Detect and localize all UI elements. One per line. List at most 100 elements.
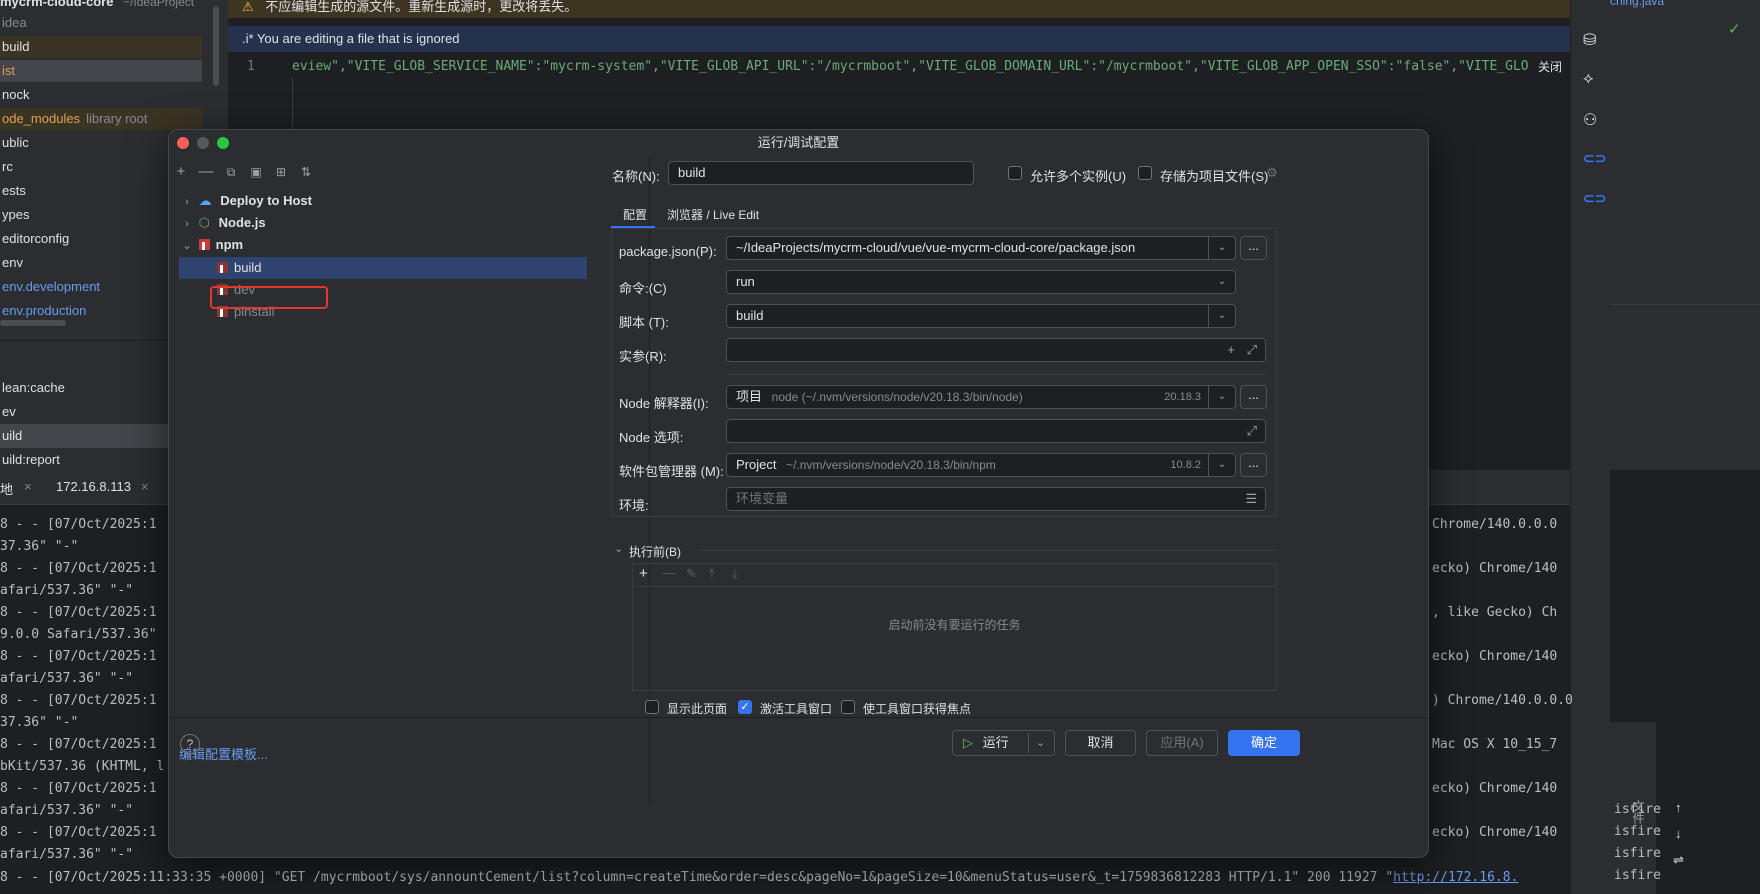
database-icon[interactable]: ⛁ (1583, 30, 1596, 50)
store-as-project-label: 存储为项目文件(S) (1160, 169, 1269, 184)
nodejs-icon: ⬡ (198, 215, 210, 230)
focus-tool-window-checkbox[interactable] (841, 700, 855, 714)
project-tree-item[interactable]: env.development (0, 276, 100, 298)
add-icon[interactable]: + (639, 565, 648, 582)
log-line: 8 - - [07/Oct/2025:1 (0, 693, 157, 708)
chevron-down-icon[interactable]: ⌄ (1208, 237, 1235, 259)
chevron-down-icon[interactable]: ⌄ (1208, 454, 1235, 476)
wrap-icon[interactable]: ⇌ (1673, 852, 1684, 868)
package-manager-select[interactable]: Project ~/.nvm/versions/node/v20.18.3/bi… (726, 453, 1236, 477)
browse-button[interactable]: ... (1240, 385, 1267, 409)
activate-tool-window-checkbox[interactable]: ✓ (738, 700, 752, 714)
remove-icon[interactable]: — (197, 163, 215, 181)
browse-button[interactable]: ... (1240, 236, 1267, 260)
node-options-input[interactable]: ⤢ (726, 419, 1266, 443)
project-tree-item[interactable]: env (0, 252, 23, 274)
run-tab-remote[interactable]: 172.16.8.113 (56, 479, 131, 494)
log-line: 8 - - [07/Oct/2025:1 (0, 781, 157, 796)
apply-button[interactable]: 应用(A) (1146, 730, 1218, 756)
store-as-project-checkbox[interactable] (1138, 166, 1152, 180)
project-tree-item[interactable]: nock (0, 84, 29, 106)
project-tree-item[interactable]: env.production (0, 300, 86, 322)
chevron-right-icon[interactable]: › (179, 191, 195, 213)
tree-deploy-to-host[interactable]: › ☁ Deploy to Host (179, 190, 639, 212)
chevron-down-icon[interactable]: ⌄ (614, 542, 623, 555)
browse-button[interactable]: ... (1240, 453, 1267, 477)
copy-icon[interactable]: ⧉ (222, 163, 240, 181)
args-input[interactable]: + ⤢ (726, 338, 1266, 362)
save-icon[interactable]: ▣ (247, 163, 265, 181)
run-tab-local[interactable]: 地 (0, 479, 13, 498)
close-icon[interactable]: × (141, 479, 149, 494)
maximize-window-button[interactable] (217, 137, 229, 149)
chevron-right-icon[interactable]: › (179, 213, 195, 235)
tab-config[interactable]: 配置 (623, 206, 647, 223)
expand-icon[interactable]: ⤢ (1247, 420, 1257, 442)
project-tree-item[interactable]: build (0, 36, 202, 58)
project-tree-item[interactable]: ublic (0, 132, 29, 154)
environment-input[interactable]: 环境变量 ☰ (726, 487, 1266, 511)
arrow-up-icon[interactable]: ↑ (1675, 800, 1682, 815)
project-tree-item[interactable]: ests (0, 180, 26, 202)
command-select[interactable]: run ⌄ (726, 270, 1236, 294)
show-page-checkbox[interactable] (645, 700, 659, 714)
project-tree-item[interactable]: ist (0, 60, 202, 82)
ok-button[interactable]: 确定 (1228, 730, 1300, 756)
script-select[interactable]: build ⌄ (726, 304, 1236, 328)
close-window-button[interactable] (177, 137, 189, 149)
code-text[interactable]: eview","VITE_GLOB_SERVICE_NAME":"mycrm-s… (292, 56, 1529, 78)
allow-multiple-checkbox[interactable] (1008, 166, 1022, 180)
package-json-field[interactable]: ~/IdeaProjects/mycrm-cloud/vue/vue-mycrm… (726, 236, 1236, 260)
log-link[interactable]: http://172.16.8. (1393, 870, 1518, 885)
code-icon[interactable]: ⊂⊃ (1583, 190, 1606, 207)
tree-npm[interactable]: ⌄ npm (179, 234, 639, 256)
npm-script-item[interactable]: ev (0, 400, 172, 424)
chevron-down-icon[interactable]: ⌄ (179, 235, 195, 257)
before-launch-header[interactable]: 执行前(B) (629, 543, 681, 560)
focus-tool-window-label: 使工具窗口获得焦点 (863, 702, 972, 716)
npm-script-item[interactable]: lean:cache (0, 376, 172, 400)
run-button[interactable]: ▷ 运行 ⌄ (952, 730, 1055, 756)
sort-icon[interactable]: ⇅ (297, 163, 315, 181)
npm-script-item[interactable]: uild (0, 424, 172, 448)
project-tree-item[interactable]: editorconfig (0, 228, 69, 250)
chevron-down-icon[interactable]: ⌄ (1209, 271, 1235, 293)
python-icon[interactable]: ⚇ (1583, 110, 1597, 130)
name-input[interactable]: build (668, 161, 974, 185)
line-number: 1 (247, 59, 255, 74)
chevron-down-icon[interactable]: ⌄ (1208, 305, 1235, 327)
list-icon[interactable]: ☰ (1245, 488, 1257, 510)
project-tree-item[interactable]: ode_modules library root (0, 108, 202, 130)
project-name: mycrm-cloud-core (0, 0, 114, 9)
vertical-scrollbar[interactable] (213, 6, 219, 86)
new-folder-icon[interactable]: ⊞ (272, 163, 290, 181)
chevron-down-icon[interactable]: ⌄ (1036, 731, 1045, 755)
log-line: afari/537.36" "-" (0, 671, 134, 686)
project-tree-item[interactable]: ypes (0, 204, 29, 226)
tree-nodejs[interactable]: › ⬡ Node.js (179, 212, 639, 234)
code-icon[interactable]: ⊂⊃ (1583, 150, 1606, 167)
gear-icon[interactable]: ⚙ (1266, 165, 1278, 181)
cancel-button[interactable]: 取消 (1065, 730, 1136, 756)
minimize-window-button[interactable] (197, 137, 209, 149)
add-icon[interactable]: + (172, 163, 190, 181)
code-line[interactable]: 1 eview","VITE_GLOB_SERVICE_NAME":"mycrm… (228, 56, 1570, 78)
tree-npm-build[interactable]: build (179, 257, 587, 279)
close-icon[interactable]: × (24, 479, 32, 494)
args-label: 实参(R): (619, 349, 667, 364)
project-tree-item[interactable]: idea (0, 12, 27, 34)
npm-script-item[interactable]: uild:report (0, 448, 172, 472)
plugin-icon[interactable]: ⟡ (1583, 70, 1594, 88)
arrow-down-icon[interactable]: ↓ (1675, 826, 1682, 841)
file-tab[interactable]: ching.java (1610, 0, 1664, 8)
project-tree-item[interactable]: rc (0, 156, 13, 178)
chevron-down-icon[interactable]: ⌄ (1208, 386, 1235, 408)
node-interpreter-select[interactable]: 项目 node (~/.nvm/versions/node/v20.18.3/b… (726, 385, 1236, 409)
tab-browser-live-edit[interactable]: 浏览器 / Live Edit (667, 206, 759, 223)
help-button[interactable]: ? (180, 734, 200, 754)
add-icon[interactable]: + (1227, 339, 1235, 361)
expand-icon[interactable]: ⤢ (1247, 339, 1257, 361)
log-line: 8 - - [07/Oct/2025:1 (0, 825, 157, 840)
horizontal-scrollbar[interactable] (0, 320, 66, 326)
close-hint[interactable]: 关闭 (1536, 56, 1565, 78)
